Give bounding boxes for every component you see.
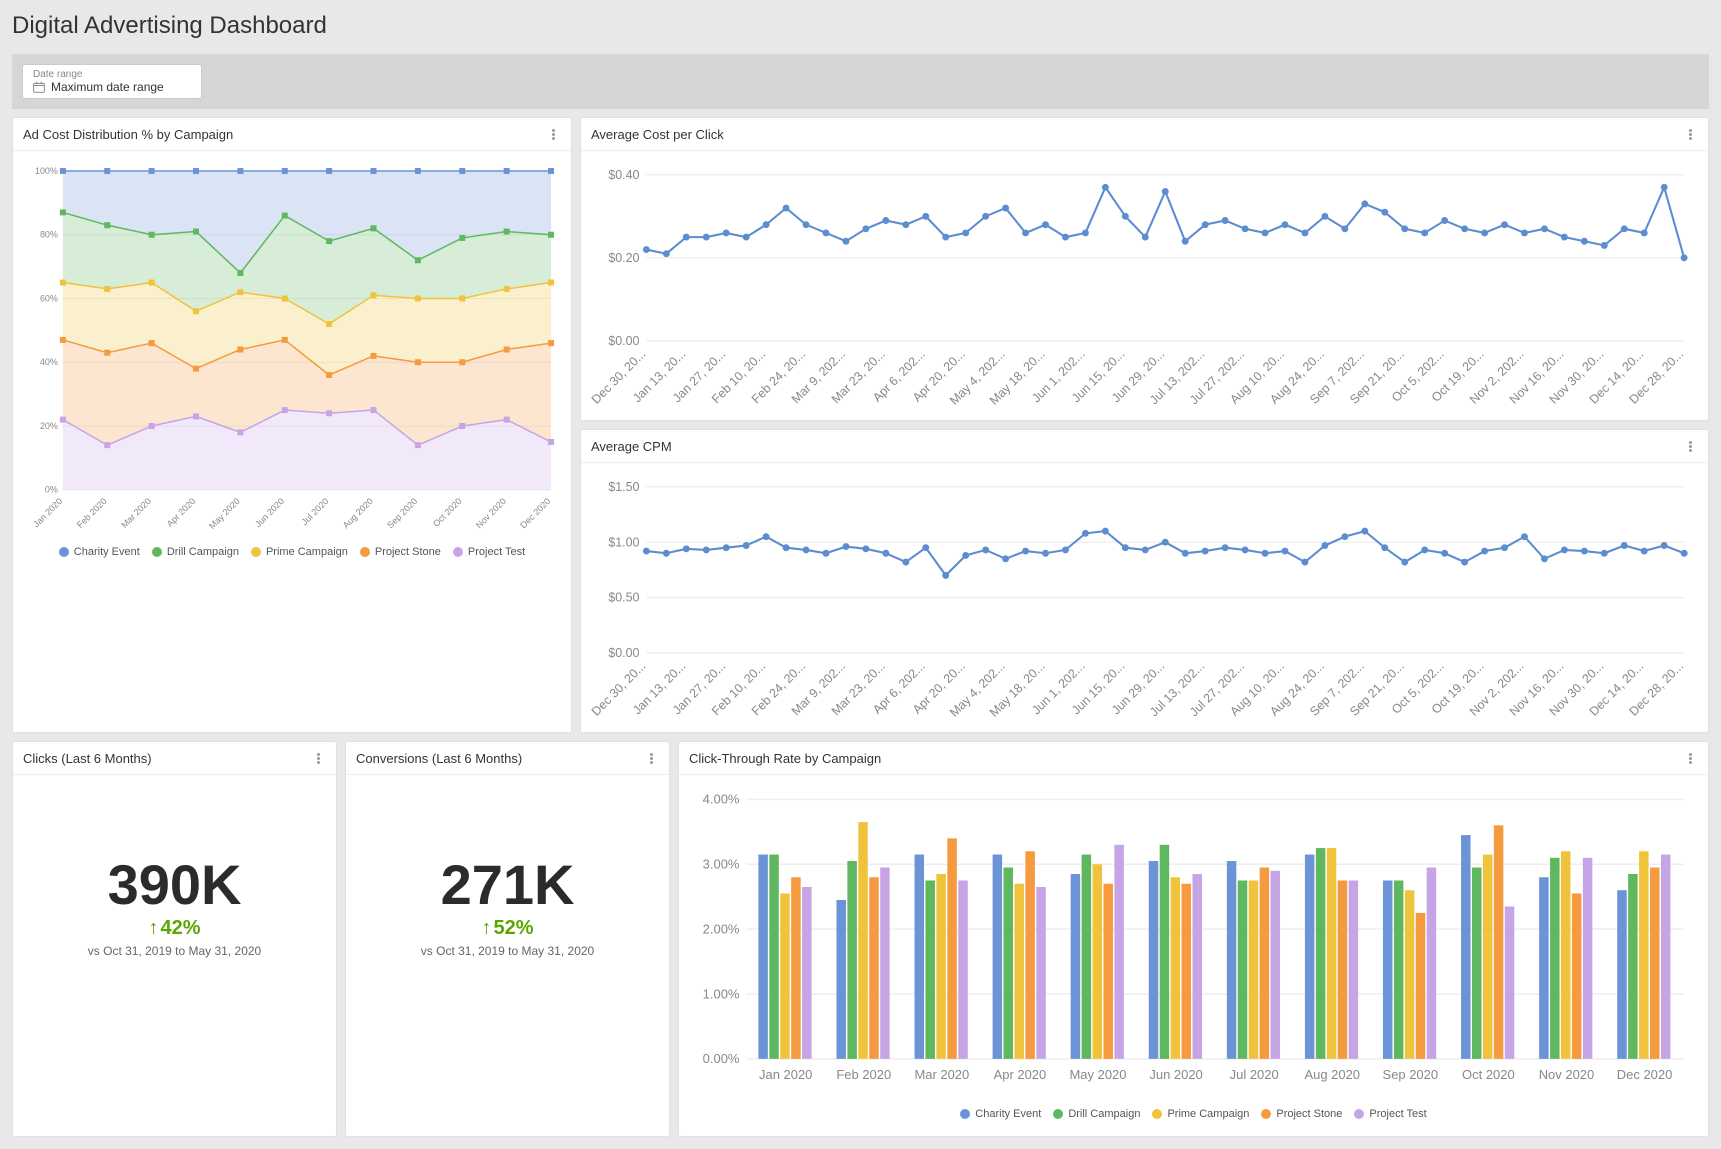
card-title: Conversions (Last 6 Months)	[356, 751, 522, 766]
legend-label: Prime Campaign	[266, 546, 348, 558]
card-title: Ad Cost Distribution % by Campaign	[23, 127, 233, 142]
legend-swatch-icon	[1354, 1109, 1364, 1119]
svg-text:20%: 20%	[40, 421, 58, 431]
ad-cost-chart: 0% 20% 40% 60% 80% 100% Jan 2020 Feb 2020 Mar 20…	[23, 161, 561, 540]
svg-text:$1.00: $1.00	[608, 535, 639, 549]
ctr-chart: 0.00%1.00%2.00%3.00%4.00%Jan 2020Feb 202…	[689, 785, 1698, 1102]
svg-text:40%: 40%	[40, 357, 58, 367]
legend-label: Project Stone	[375, 546, 441, 558]
legend-swatch-icon	[453, 547, 463, 557]
card-avg-cpm: Average CPM $0.00$0.50$1.00$1.50Dec 30, …	[580, 429, 1709, 733]
svg-text:May 2020: May 2020	[207, 496, 242, 531]
legend-item[interactable]: Charity Event	[960, 1108, 1041, 1120]
svg-text:$1.50: $1.50	[608, 480, 639, 494]
avg-cpm-chart: $0.00$0.50$1.00$1.50Dec 30, 20...Jan 13,…	[591, 473, 1698, 722]
date-range-value: Maximum date range	[51, 80, 164, 94]
card-title: Click-Through Rate by Campaign	[689, 751, 881, 766]
svg-text:Mar 2020: Mar 2020	[119, 496, 153, 530]
svg-text:1.00%: 1.00%	[703, 986, 740, 1001]
arrow-up-icon: ↑	[148, 917, 158, 940]
arrow-up-icon: ↑	[481, 917, 491, 940]
legend-label: Project Test	[468, 546, 525, 558]
legend-label: Charity Event	[74, 546, 140, 558]
legend-swatch-icon	[1053, 1109, 1063, 1119]
legend-item[interactable]: Drill Campaign	[1053, 1108, 1140, 1120]
legend-swatch-icon	[960, 1109, 970, 1119]
svg-text:0.00%: 0.00%	[703, 1051, 740, 1066]
svg-text:$0.40: $0.40	[608, 168, 639, 182]
legend-item[interactable]: Prime Campaign	[251, 546, 348, 558]
svg-text:Aug 2020: Aug 2020	[341, 496, 375, 530]
svg-text:Jan 2020: Jan 2020	[31, 496, 64, 529]
card-title: Average CPM	[591, 439, 672, 454]
legend-item[interactable]: Charity Event	[59, 546, 140, 558]
legend-label: Prime Campaign	[1167, 1108, 1249, 1120]
date-range-label: Date range	[33, 69, 191, 80]
svg-text:60%: 60%	[40, 293, 58, 303]
kpi-change: ↑42%	[148, 917, 200, 940]
avg-cpc-chart: $0.00$0.20$0.40Dec 30, 20...Jan 13, 20..…	[591, 161, 1698, 410]
legend-label: Drill Campaign	[167, 546, 239, 558]
legend-label: Charity Event	[975, 1108, 1041, 1120]
legend-item[interactable]: Project Test	[1354, 1108, 1426, 1120]
card-menu-icon[interactable]	[643, 750, 659, 766]
svg-text:2.00%: 2.00%	[703, 922, 740, 937]
svg-text:0%: 0%	[45, 485, 58, 495]
legend-swatch-icon	[360, 547, 370, 557]
svg-text:Oct 2020: Oct 2020	[431, 496, 464, 529]
legend-swatch-icon	[251, 547, 261, 557]
card-conversions-kpi: Conversions (Last 6 Months) 271K ↑52% vs…	[345, 741, 670, 1137]
svg-text:Dec 2020: Dec 2020	[518, 496, 552, 530]
kpi-compare: vs Oct 31, 2019 to May 31, 2020	[421, 944, 594, 958]
calendar-icon	[33, 81, 45, 93]
legend-swatch-icon	[1261, 1109, 1271, 1119]
svg-text:$0.20: $0.20	[608, 251, 639, 265]
legend-swatch-icon	[59, 547, 69, 557]
date-range-selector[interactable]: Date range Maximum date range	[22, 64, 202, 99]
svg-text:Feb 2020: Feb 2020	[75, 496, 109, 530]
kpi-compare: vs Oct 31, 2019 to May 31, 2020	[88, 944, 261, 958]
card-avg-cpc: Average Cost per Click $0.00$0.20$0.40De…	[580, 117, 1709, 421]
kpi-change: ↑52%	[481, 917, 533, 940]
svg-text:$0.00: $0.00	[608, 334, 639, 348]
card-menu-icon[interactable]	[310, 750, 326, 766]
card-title: Clicks (Last 6 Months)	[23, 751, 152, 766]
svg-text:3.00%: 3.00%	[703, 857, 740, 872]
page-title: Digital Advertising Dashboard	[12, 12, 1709, 40]
legend-item[interactable]: Project Test	[453, 546, 525, 558]
card-menu-icon[interactable]	[1682, 126, 1698, 142]
kpi-value: 390K	[108, 852, 242, 917]
legend-item[interactable]: Drill Campaign	[152, 546, 239, 558]
card-title: Average Cost per Click	[591, 127, 724, 142]
svg-text:4.00%: 4.00%	[703, 792, 740, 807]
svg-text:$0.50: $0.50	[608, 591, 639, 605]
ctr-legend: Charity Event Drill Campaign Prime Campaig…	[689, 1102, 1698, 1126]
legend-item[interactable]: Project Stone	[360, 546, 441, 558]
svg-text:Jul 2020: Jul 2020	[300, 496, 331, 527]
svg-text:Sep 2020: Sep 2020	[385, 496, 419, 530]
svg-text:100%: 100%	[35, 166, 58, 176]
legend-swatch-icon	[1152, 1109, 1162, 1119]
filter-bar: Date range Maximum date range	[12, 54, 1709, 109]
card-menu-icon[interactable]	[545, 126, 561, 142]
card-menu-icon[interactable]	[1682, 438, 1698, 454]
svg-text:$0.00: $0.00	[608, 646, 639, 660]
card-ad-cost-distribution: Ad Cost Distribution % by Campaign 0% 20%…	[12, 117, 572, 733]
legend-swatch-icon	[152, 547, 162, 557]
card-menu-icon[interactable]	[1682, 750, 1698, 766]
svg-text:80%: 80%	[40, 230, 58, 240]
card-ctr: Click-Through Rate by Campaign 0.00% 1.00…	[678, 741, 1709, 1137]
legend-label: Drill Campaign	[1068, 1108, 1140, 1120]
legend-item[interactable]: Prime Campaign	[1152, 1108, 1249, 1120]
svg-text:Nov 2020: Nov 2020	[474, 496, 508, 530]
svg-text:Apr 2020: Apr 2020	[165, 496, 198, 529]
legend-label: Project Stone	[1276, 1108, 1342, 1120]
kpi-value: 271K	[441, 852, 575, 917]
card-clicks-kpi: Clicks (Last 6 Months) 390K ↑42% vs Oct …	[12, 741, 337, 1137]
svg-text:Jun 2020: Jun 2020	[253, 496, 286, 529]
ad-cost-legend: Charity Event Drill Campaign Prime Campaig…	[23, 540, 561, 564]
legend-item[interactable]: Project Stone	[1261, 1108, 1342, 1120]
legend-label: Project Test	[1369, 1108, 1426, 1120]
